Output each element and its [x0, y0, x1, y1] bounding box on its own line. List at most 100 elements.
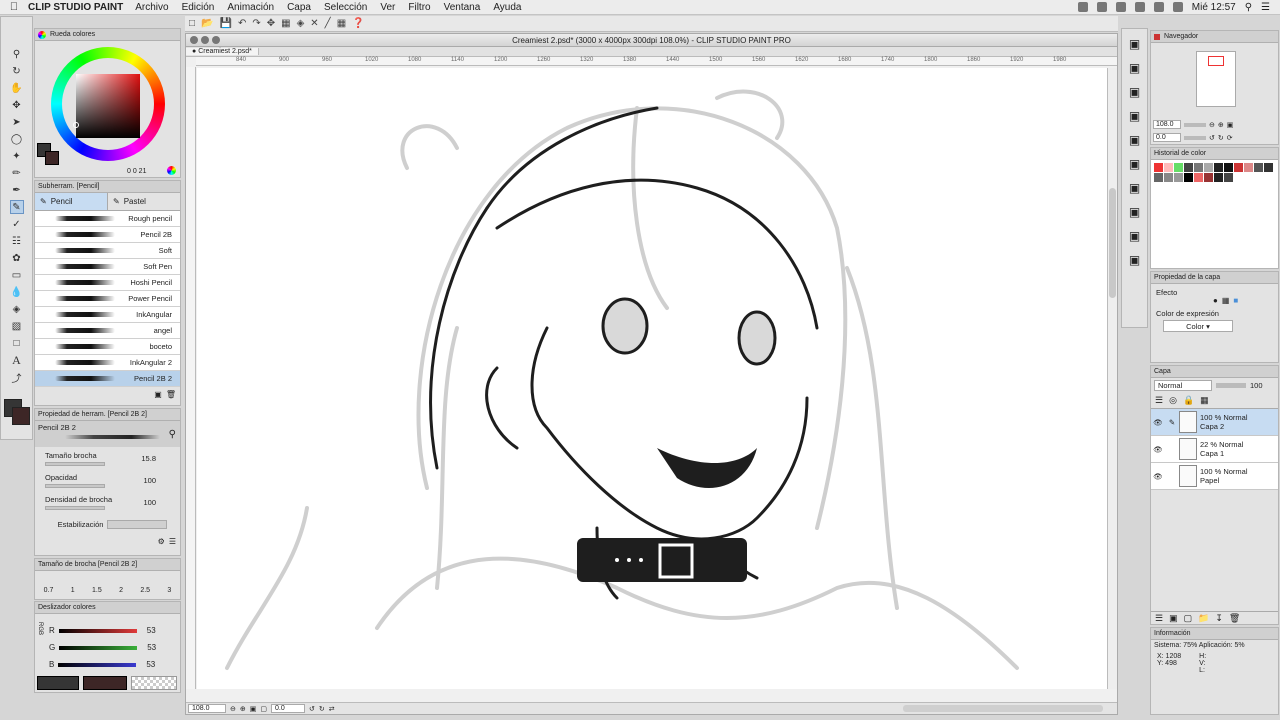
- gradient-tool-icon[interactable]: ▧: [10, 319, 24, 333]
- brush-item[interactable]: Soft: [35, 243, 180, 259]
- menu-icon[interactable]: ☰: [169, 537, 176, 546]
- blend-tool-icon[interactable]: 💧: [10, 285, 24, 299]
- history-swatch[interactable]: [1183, 172, 1193, 182]
- eyedropper-icon[interactable]: ✏: [10, 166, 24, 180]
- menu-filtro[interactable]: Filtro: [408, 2, 430, 13]
- history-swatch[interactable]: [1213, 162, 1223, 172]
- layer-row[interactable]: 👁 100 % Normal Papel: [1151, 463, 1278, 490]
- slider-r[interactable]: R 53: [49, 622, 177, 639]
- visibility-eye-icon[interactable]: 👁: [1151, 418, 1165, 427]
- size-option[interactable]: 1.5: [92, 587, 102, 594]
- slider-g[interactable]: G 53: [49, 639, 177, 656]
- rotate-left-icon[interactable]: ↺: [309, 705, 315, 713]
- menu-edicion[interactable]: Edición: [182, 2, 215, 13]
- history-swatch[interactable]: [1173, 162, 1183, 172]
- menu-animacion[interactable]: Animación: [227, 2, 274, 13]
- channel-bar[interactable]: [58, 628, 137, 633]
- color-mode-icon[interactable]: [167, 166, 176, 175]
- history-swatch[interactable]: [1153, 172, 1163, 182]
- clear-icon[interactable]: ✕: [310, 18, 318, 29]
- history-swatch[interactable]: [1203, 172, 1213, 182]
- tab-pastel[interactable]: ✎ Pastel: [108, 193, 180, 210]
- lasso-tool-icon[interactable]: ◯: [10, 132, 24, 146]
- selection-icon[interactable]: ▦: [281, 18, 290, 29]
- history-swatch[interactable]: [1193, 162, 1203, 172]
- drawing-canvas[interactable]: [197, 68, 1108, 689]
- dock-icon[interactable]: ▣: [1129, 85, 1140, 99]
- brush-item[interactable]: Rough pencil: [35, 211, 180, 227]
- dock-icon[interactable]: ▣: [1129, 229, 1140, 243]
- history-swatch[interactable]: [1203, 162, 1213, 172]
- menu-seleccion[interactable]: Selección: [324, 2, 367, 13]
- copy-subtool-icon[interactable]: ▣: [154, 390, 162, 399]
- dock-icon[interactable]: ▣: [1129, 253, 1140, 267]
- horizontal-scrollbar[interactable]: [903, 705, 1103, 712]
- undo-icon[interactable]: ↶: [238, 18, 246, 29]
- sub-color-mini[interactable]: [45, 151, 59, 165]
- move-tool-icon[interactable]: ✥: [10, 98, 24, 112]
- spotlight-icon[interactable]: ⚲: [1245, 2, 1252, 13]
- layer-row[interactable]: 👁 ✎ 100 % Normal Capa 2: [1151, 409, 1278, 436]
- main-color-chip[interactable]: [37, 676, 79, 690]
- tray-icon[interactable]: [1096, 2, 1107, 12]
- zoom-out-icon[interactable]: ⊖: [1209, 121, 1215, 129]
- color-wheel-tab-icon[interactable]: [38, 30, 46, 39]
- fit-icon[interactable]: ▣: [250, 705, 257, 713]
- history-swatch[interactable]: [1173, 172, 1183, 182]
- size-option[interactable]: 1: [71, 587, 75, 594]
- fit-icon[interactable]: ▣: [1227, 121, 1234, 129]
- battery-icon[interactable]: [1172, 2, 1183, 12]
- tab-pencil[interactable]: ✎ Pencil: [35, 193, 108, 210]
- opacity-slider[interactable]: [1216, 383, 1246, 388]
- history-swatch[interactable]: [1233, 162, 1243, 172]
- new-raster-layer-icon[interactable]: ▣: [1169, 613, 1178, 624]
- opacity-value[interactable]: 100: [1250, 381, 1263, 390]
- merge-down-icon[interactable]: ↧: [1215, 613, 1223, 624]
- history-swatch[interactable]: [1183, 162, 1193, 172]
- minimize-window-icon[interactable]: [201, 36, 209, 44]
- pen-tool-icon[interactable]: ✒: [10, 183, 24, 197]
- brush-size-row[interactable]: Tamaño brocha 15.8: [35, 447, 180, 469]
- blend-mode-select[interactable]: Normal: [1154, 380, 1212, 391]
- history-swatch[interactable]: [1253, 162, 1263, 172]
- new-vector-layer-icon[interactable]: ▢: [1184, 613, 1193, 624]
- menu-ver[interactable]: Ver: [380, 2, 395, 13]
- history-swatch[interactable]: [1153, 162, 1163, 172]
- layer-row[interactable]: 👁 22 % Normal Capa 1: [1151, 436, 1278, 463]
- menu-archivo[interactable]: Archivo: [135, 2, 168, 13]
- color-mode-label[interactable]: RGB: [37, 622, 43, 635]
- tray-icon[interactable]: [1077, 2, 1088, 12]
- airbrush-tool-icon[interactable]: ☷: [10, 234, 24, 248]
- angle-value[interactable]: 0.0: [1153, 133, 1181, 142]
- document-tab[interactable]: ● Creamiest 2.psd*: [186, 48, 259, 55]
- history-swatch[interactable]: [1213, 172, 1223, 182]
- settings-icon[interactable]: ⚙: [158, 537, 165, 546]
- balloon-tool-icon[interactable]: ⤴: [10, 370, 24, 385]
- zoom-tool-icon[interactable]: ⚲: [10, 47, 24, 61]
- redo-icon[interactable]: ↷: [252, 18, 260, 29]
- border-effect-icon[interactable]: ●: [1213, 296, 1218, 305]
- volume-icon[interactable]: [1153, 2, 1164, 12]
- figure-tool-icon[interactable]: □: [10, 336, 24, 350]
- angle-field[interactable]: 0.0: [271, 704, 305, 713]
- stabilization-bar[interactable]: [107, 519, 168, 529]
- object-tool-icon[interactable]: ➤: [10, 115, 24, 129]
- navigator-preview[interactable]: [1196, 51, 1236, 107]
- delete-subtool-icon[interactable]: 🗑: [166, 390, 176, 399]
- pencil-tool-icon[interactable]: ✎: [9, 200, 24, 214]
- wifi-icon[interactable]: [1134, 2, 1145, 12]
- dock-icon[interactable]: ▣: [1129, 109, 1140, 123]
- close-window-icon[interactable]: [190, 36, 198, 44]
- dock-icon[interactable]: ▣: [1129, 181, 1140, 195]
- zoom-in-icon[interactable]: ⊕: [1218, 121, 1224, 129]
- hand-tool-icon[interactable]: ✋: [10, 81, 24, 95]
- delete-layer-icon[interactable]: 🗑: [1229, 613, 1240, 624]
- visibility-eye-icon[interactable]: 👁: [1151, 472, 1165, 481]
- sub-color-swatch[interactable]: [12, 407, 30, 425]
- brush-item[interactable]: Soft Pen: [35, 259, 180, 275]
- history-swatch[interactable]: [1163, 162, 1173, 172]
- scroll-thumb[interactable]: [1109, 188, 1116, 298]
- menu-ayuda[interactable]: Ayuda: [493, 2, 521, 13]
- reference-icon[interactable]: ◎: [1169, 395, 1177, 406]
- rotate-left-icon[interactable]: ↺: [1209, 134, 1215, 142]
